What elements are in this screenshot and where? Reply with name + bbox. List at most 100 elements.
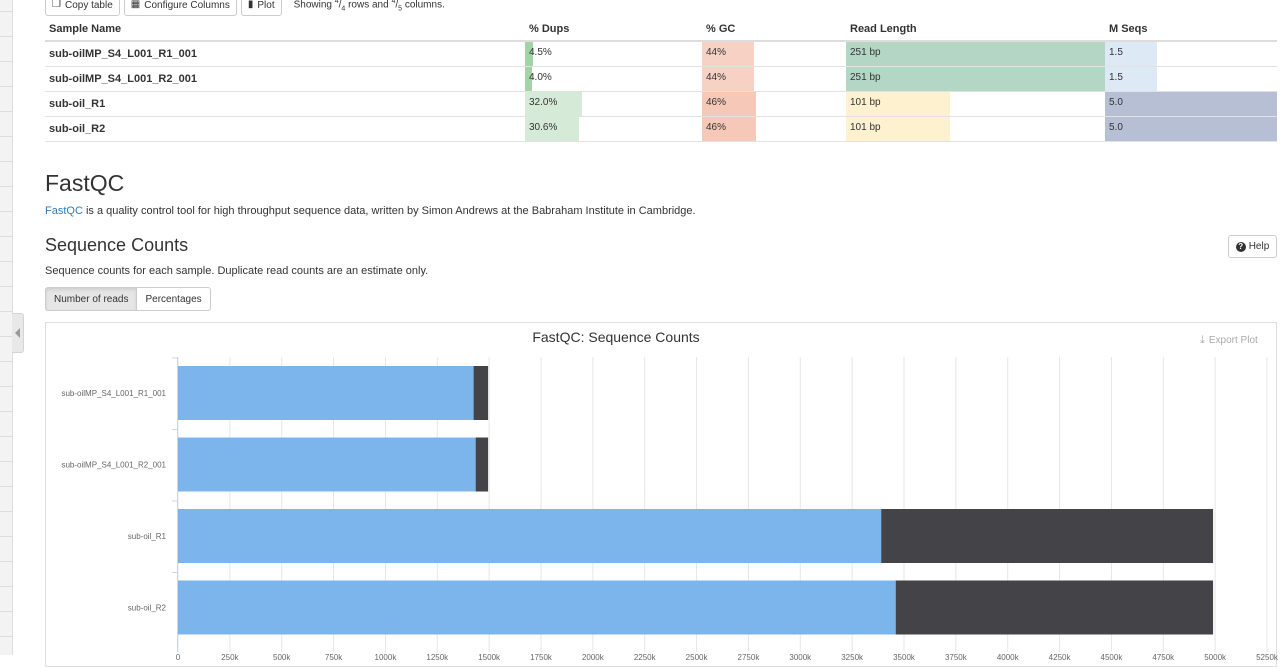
nav-divider: [0, 511, 12, 512]
readlen-value: 251 bp: [850, 72, 881, 83]
duplicate-reads-bar: [475, 437, 489, 492]
gc-cell: 44%: [702, 67, 846, 91]
readlen-cell: 251 bp: [846, 67, 1105, 91]
x-tick-label: 1000k: [375, 653, 398, 662]
readlen-value: 101 bp: [850, 97, 881, 108]
nav-divider: [0, 636, 12, 637]
readlen-value: 101 bp: [850, 122, 881, 133]
grid-icon: ▦: [130, 0, 141, 10]
x-tick-label: 500k: [273, 653, 291, 662]
sequence-counts-chart: 0 250k 500k 750k 1000k 1250k 1500k 1750k 2000k 22…: [61, 357, 1279, 662]
mseqs-cell: 5.0: [1105, 117, 1277, 141]
plot-button[interactable]: ▮ Plot: [240, 0, 282, 16]
x-tick-label: 1250k: [426, 653, 449, 662]
category-label: sub-oilMP_S4_L001_R2_001: [61, 461, 166, 470]
dups-value: 30.6%: [529, 122, 558, 133]
sample-name-cell: sub-oil_R1: [49, 98, 106, 110]
mseqs-value: 1.5: [1109, 72, 1123, 83]
gc-cell: 46%: [702, 117, 846, 141]
gc-value: 46%: [706, 122, 727, 133]
nav-divider: [0, 586, 12, 587]
nav-divider: [0, 486, 12, 487]
gc-cell: 46%: [702, 92, 846, 116]
x-tick-label: 3000k: [789, 653, 812, 662]
x-tick-label: 2250k: [634, 653, 657, 662]
readlen-bar: [846, 67, 1105, 91]
readlen-bar: [846, 42, 1105, 66]
dups-value: 4.0%: [529, 72, 552, 83]
nav-divider: [0, 436, 12, 437]
table-toolbar: ❐ Copy table ▦ Configure Columns ▮ Plot …: [45, 0, 445, 16]
nav-divider: [0, 111, 12, 112]
category-label: sub-oil_R1: [128, 532, 167, 541]
nav-divider: [0, 261, 12, 262]
x-tick-label: 1750k: [530, 653, 553, 662]
copy-table-label: Copy table: [64, 0, 113, 11]
x-tick-label: 4250k: [1049, 653, 1072, 662]
x-tick-label: 2750k: [738, 653, 761, 662]
dups-cell: 30.6%: [525, 117, 702, 141]
dups-value: 4.5%: [529, 47, 552, 58]
copy-table-button[interactable]: ❐ Copy table: [45, 0, 120, 16]
header-read-length[interactable]: Read Length: [846, 18, 1105, 40]
dups-cell: 32.0%: [525, 92, 702, 116]
question-circle-icon: ?: [1235, 241, 1246, 252]
table-header-row: Sample Name % Dups % GC Read Length M Se…: [45, 18, 1277, 42]
header-gc[interactable]: % GC: [702, 18, 846, 40]
mseqs-cell: 1.5: [1105, 42, 1277, 66]
readlen-cell: 101 bp: [846, 92, 1105, 116]
x-tick-label: 2500k: [686, 653, 709, 662]
help-label: Help: [1248, 241, 1270, 252]
sequence-counts-title: Sequence Counts: [45, 235, 189, 255]
table-row: sub-oil_R1 32.0% 46% 101 bp 5.0: [45, 92, 1277, 117]
plot-label: Plot: [257, 0, 275, 11]
nav-divider: [0, 211, 12, 212]
header-dups[interactable]: % Dups: [525, 18, 702, 40]
configure-columns-button[interactable]: ▦ Configure Columns: [123, 0, 237, 16]
nav-divider: [0, 611, 12, 612]
dups-value: 32.0%: [529, 97, 558, 108]
nav-divider: [0, 161, 12, 162]
fastqc-description-text: is a quality control tool for high throu…: [82, 205, 696, 217]
category-label: sub-oilMP_S4_L001_R1_001: [61, 389, 166, 398]
x-tick-label: 4000k: [997, 653, 1020, 662]
x-tick-label: 0: [176, 653, 181, 662]
nav-divider: [0, 36, 12, 37]
copy-icon: ❐: [52, 0, 61, 10]
nav-divider: [0, 461, 12, 462]
nav-divider: [0, 286, 12, 287]
duplicate-reads-bar: [895, 580, 1214, 635]
gc-value: 44%: [706, 72, 727, 83]
x-tick-label: 250k: [221, 653, 239, 662]
x-tick-label: 750k: [325, 653, 343, 662]
table-row: sub-oilMP_S4_L001_R1_001 4.5% 44% 251 bp 1.5: [45, 42, 1277, 67]
configure-columns-label: Configure Columns: [144, 0, 230, 11]
nav-divider: [0, 311, 12, 312]
sample-name-cell: sub-oilMP_S4_L001_R1_001: [49, 48, 197, 60]
number-of-reads-button[interactable]: Number of reads: [45, 287, 138, 311]
fastqc-link[interactable]: FastQC: [45, 205, 83, 217]
mseqs-cell: 1.5: [1105, 67, 1277, 91]
x-tick-label: 5000k: [1204, 653, 1227, 662]
header-m-seqs[interactable]: M Seqs: [1105, 18, 1277, 40]
sequence-counts-description: Sequence counts for each sample. Duplica…: [45, 265, 429, 277]
help-button[interactable]: ? Help: [1228, 235, 1277, 258]
mseqs-bar: [1105, 117, 1277, 141]
unique-reads-bar: [178, 366, 474, 420]
view-toggle-group: Number of reads Percentages: [45, 287, 211, 311]
nav-divider: [0, 411, 12, 412]
readlen-cell: 251 bp: [846, 42, 1105, 66]
gc-cell: 44%: [702, 42, 846, 66]
mseqs-bar: [1105, 92, 1277, 116]
x-tick-label: 1500k: [478, 653, 501, 662]
x-tick-label: 3250k: [841, 653, 864, 662]
mseqs-value: 1.5: [1109, 47, 1123, 58]
gc-value: 46%: [706, 97, 727, 108]
table-row: sub-oil_R2 30.6% 46% 101 bp 5.0: [45, 117, 1277, 142]
table-showing-text: Showing 4/4 rows and 4/5 columns.: [293, 0, 445, 13]
unique-reads-bar: [178, 580, 896, 635]
x-tick-label: 3750k: [945, 653, 968, 662]
percentages-button[interactable]: Percentages: [137, 287, 211, 311]
readlen-value: 251 bp: [850, 47, 881, 58]
header-sample-name[interactable]: Sample Name: [45, 18, 525, 40]
